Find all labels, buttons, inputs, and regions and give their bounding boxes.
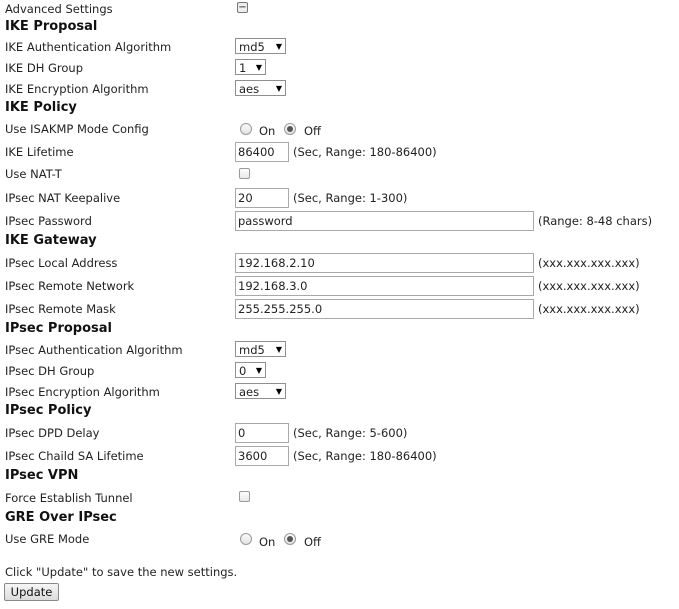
advanced-settings-label: Advanced Settings [5,2,113,16]
keepalive-input[interactable] [235,188,289,208]
ipsec-enc-label: IPsec Encryption Algorithm [5,385,160,399]
ipsec-auth-value: md5 [239,343,265,357]
collapse-toggle-icon[interactable]: − [237,2,248,13]
update-button[interactable]: Update [4,583,59,601]
isakmp-on-label: On [259,124,276,138]
chevron-down-icon: ▼ [255,63,262,72]
footer-note: Click "Update" to save the new settings. [5,565,238,579]
local-address-input[interactable] [235,253,534,273]
remote-network-input[interactable] [235,276,534,296]
section-title-ipsec-proposal: IPsec Proposal [5,321,112,336]
ike-enc-select[interactable]: aes ▼ [235,80,286,96]
ike-dh-select[interactable]: 1 ▼ [235,59,266,75]
keepalive-label: IPsec NAT Keepalive [5,191,121,205]
isakmp-off-label: Off [304,124,321,138]
sa-lifetime-hint: (Sec, Range: 180-86400) [293,449,437,463]
section-title-ike-policy: IKE Policy [5,100,77,115]
ike-auth-label: IKE Authentication Algorithm [5,40,172,54]
sa-lifetime-input[interactable] [235,446,289,466]
natt-checkbox[interactable] [239,168,250,179]
ike-auth-value: md5 [239,40,265,54]
remote-mask-label: IPsec Remote Mask [5,302,116,316]
ipsec-auth-select[interactable]: md5 ▼ [235,341,286,357]
gre-mode-label: Use GRE Mode [5,532,90,546]
keepalive-hint: (Sec, Range: 1-300) [293,191,408,205]
ipsec-auth-label: IPsec Authentication Algorithm [5,343,183,357]
section-title-ike-gateway: IKE Gateway [5,233,97,248]
ipsec-password-input[interactable] [235,211,534,231]
force-tunnel-checkbox[interactable] [239,491,250,502]
chevron-down-icon: ▼ [255,366,262,375]
isakmp-on-radio[interactable] [240,123,252,135]
remote-network-label: IPsec Remote Network [5,279,135,293]
ipsec-dh-select[interactable]: 0 ▼ [235,362,266,378]
natt-label: Use NAT-T [5,167,62,181]
ipsec-dh-value: 0 [239,364,247,378]
local-address-hint: (xxx.xxx.xxx.xxx) [538,256,640,270]
ike-lifetime-label: IKE Lifetime [5,145,74,159]
isakmp-label: Use ISAKMP Mode Config [5,122,149,136]
gre-off-label: Off [304,535,321,549]
ike-enc-value: aes [239,82,260,96]
dpd-delay-hint: (Sec, Range: 5-600) [293,426,408,440]
dpd-delay-input[interactable] [235,423,289,443]
chevron-down-icon: ▼ [275,345,282,354]
gre-off-radio[interactable] [284,533,296,545]
ike-auth-select[interactable]: md5 ▼ [235,38,286,54]
section-title-ipsec-vpn: IPsec VPN [5,468,79,483]
ike-lifetime-input[interactable] [235,142,289,162]
chevron-down-icon: ▼ [275,42,282,51]
ike-lifetime-hint: (Sec, Range: 180-86400) [293,145,437,159]
dpd-delay-label: IPsec DPD Delay [5,426,100,440]
ike-dh-label: IKE DH Group [5,61,84,75]
ipsec-password-hint: (Range: 8-48 chars) [538,214,653,228]
sa-lifetime-label: IPsec Chaild SA Lifetime [5,449,144,463]
chevron-down-icon: ▼ [275,387,282,396]
remote-network-hint: (xxx.xxx.xxx.xxx) [538,279,640,293]
ipsec-dh-label: IPsec DH Group [5,364,95,378]
section-title-gre: GRE Over IPsec [5,510,117,525]
gre-on-label: On [259,535,276,549]
section-title-ipsec-policy: IPsec Policy [5,403,92,418]
ipsec-enc-value: aes [239,385,260,399]
chevron-down-icon: ▼ [275,84,282,93]
remote-mask-input[interactable] [235,299,534,319]
remote-mask-hint: (xxx.xxx.xxx.xxx) [538,302,640,316]
isakmp-off-radio[interactable] [284,123,296,135]
section-title-ike-proposal: IKE Proposal [5,19,98,34]
ike-enc-label: IKE Encryption Algorithm [5,82,149,96]
force-tunnel-label: Force Establish Tunnel [5,491,133,505]
ipsec-enc-select[interactable]: aes ▼ [235,383,286,399]
local-address-label: IPsec Local Address [5,256,118,270]
ike-dh-value: 1 [239,61,247,75]
ipsec-password-label: IPsec Password [5,214,92,228]
gre-on-radio[interactable] [240,533,252,545]
